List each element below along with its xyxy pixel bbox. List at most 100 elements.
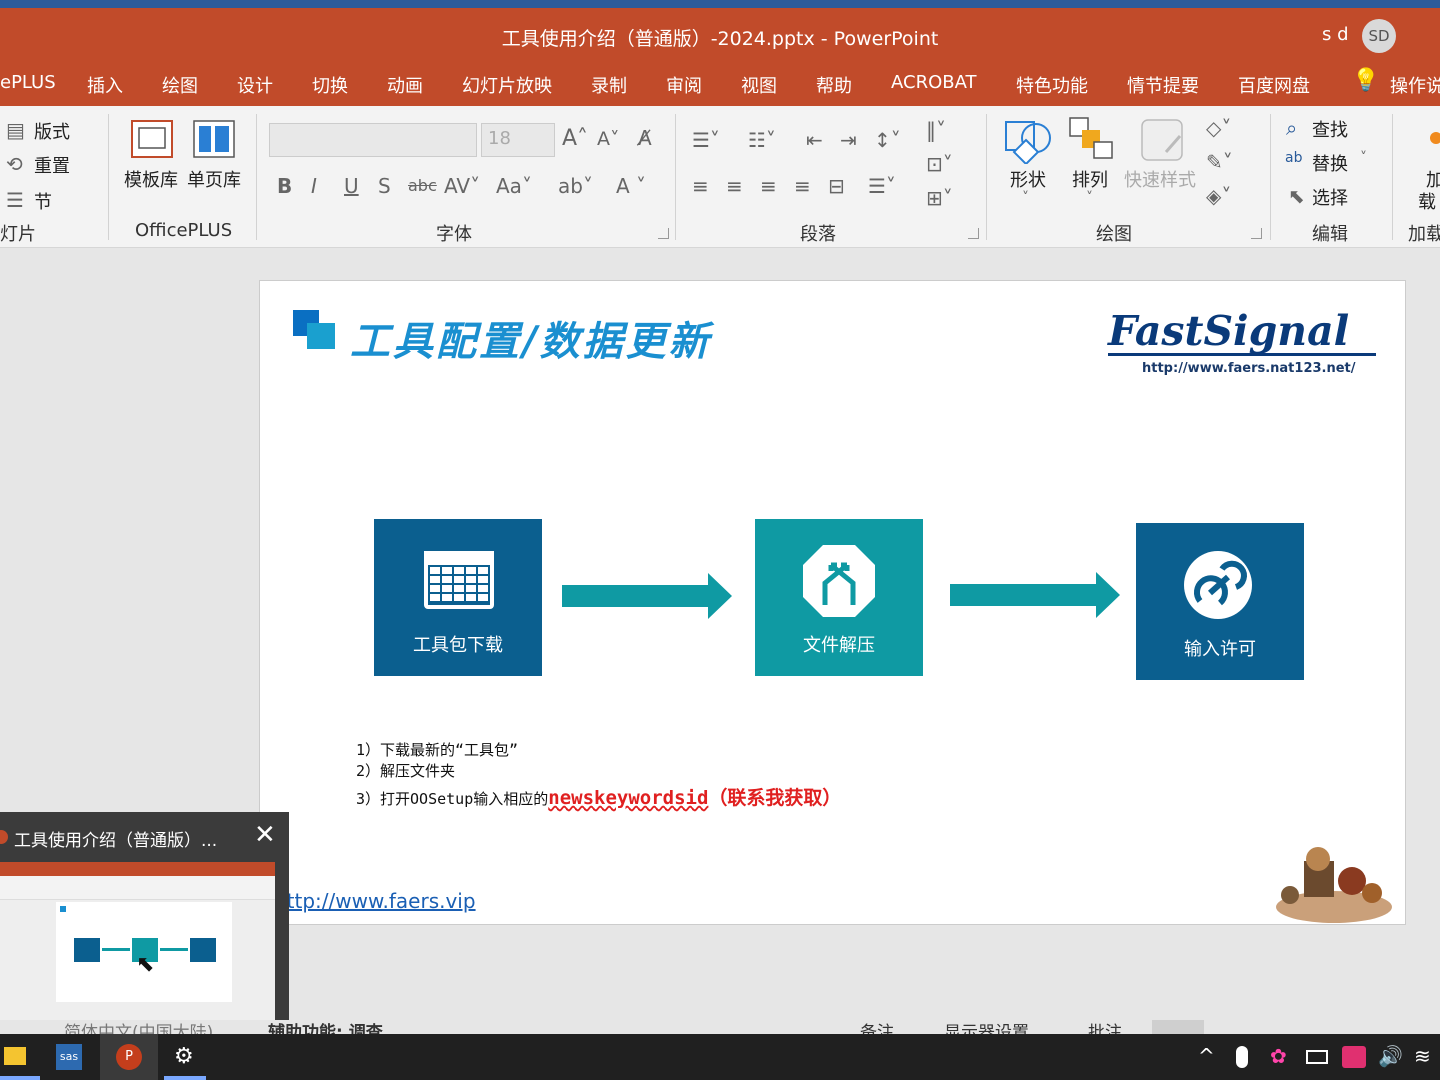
menu-insert[interactable]: 插入 — [87, 72, 123, 98]
battery-icon[interactable] — [1306, 1050, 1328, 1064]
strikethrough-icon[interactable]: abc — [408, 176, 437, 195]
avatar[interactable]: SD — [1362, 19, 1396, 53]
change-case-icon[interactable]: Aa˅ — [496, 174, 532, 198]
logo-underline — [1108, 353, 1376, 356]
increase-indent-icon[interactable]: ⇥ — [840, 128, 857, 152]
effects-icon[interactable]: ◈˅ — [1206, 184, 1231, 208]
user-name[interactable]: s d — [1322, 24, 1349, 45]
distributed-icon[interactable]: ⊟ — [828, 174, 845, 198]
highlight-icon[interactable]: ab˅ — [558, 174, 593, 198]
slide-title[interactable]: 工具配置/数据更新 — [350, 309, 712, 367]
menu-baidu[interactable]: 百度网盘 — [1238, 72, 1310, 98]
smartart-icon[interactable]: ⊞˅ — [926, 186, 953, 210]
instruction-line-1[interactable]: 1）下载最新的“工具包” — [356, 739, 518, 760]
menu-view[interactable]: 视图 — [741, 72, 777, 98]
menu-tell-me[interactable]: 操作说 — [1390, 72, 1440, 98]
close-icon[interactable]: ✕ — [254, 822, 276, 848]
fill-icon[interactable]: ◇˅ — [1206, 116, 1231, 140]
menu-animations[interactable]: 动画 — [387, 72, 423, 98]
chevron-down-icon[interactable]: ˅ — [1022, 190, 1029, 206]
reset-icon: ⟲ — [6, 152, 23, 176]
menu-design[interactable]: 设计 — [237, 72, 273, 98]
replace-button[interactable]: 替换 — [1312, 150, 1348, 176]
font-name-input[interactable] — [269, 123, 477, 157]
taskbar-preview-popup[interactable]: 工具使用介绍（普通版）... ✕ ⬉ — [0, 812, 289, 1022]
quick-styles-button[interactable]: 快速样式 — [1124, 166, 1196, 192]
chevron-down-icon[interactable]: ˅ — [1086, 190, 1093, 206]
select-button[interactable]: 选择 — [1312, 184, 1348, 210]
gear-icon[interactable]: ⚙ — [174, 1044, 194, 1069]
menu-transitions[interactable]: 切换 — [312, 72, 348, 98]
instruction-line-2[interactable]: 2）解压文件夹 — [356, 760, 455, 781]
outline-icon[interactable]: ✎˅ — [1206, 150, 1233, 174]
paragraph-dialog-launcher[interactable] — [968, 228, 979, 239]
layout-button[interactable]: 版式 — [34, 118, 70, 144]
step-box-license[interactable]: 输入许可 — [1136, 523, 1304, 680]
font-dialog-launcher[interactable] — [658, 228, 669, 239]
step-box-download[interactable]: 工具包下载 — [374, 519, 542, 676]
find-button[interactable]: 查找 — [1312, 116, 1348, 142]
chevron-up-icon[interactable]: ^ — [1198, 1044, 1215, 1068]
menu-help[interactable]: 帮助 — [816, 72, 852, 98]
menu-storyboard[interactable]: 情节提要 — [1127, 72, 1199, 98]
highlight-code: newskeywordsid — [548, 787, 709, 809]
italic-icon[interactable]: I — [311, 174, 317, 198]
lightbulb-icon[interactable]: 💡 — [1352, 68, 1379, 93]
menu-review[interactable]: 审阅 — [666, 72, 702, 98]
shapes-button[interactable]: 形状 — [1010, 166, 1046, 192]
underline-icon[interactable]: U — [344, 174, 359, 198]
template-library-button[interactable]: 模板库 — [124, 166, 178, 192]
menu-draw[interactable]: 绘图 — [162, 72, 198, 98]
align-text-icon[interactable]: ⊡˅ — [926, 152, 953, 176]
bullets-icon[interactable]: ☰˅ — [692, 128, 720, 152]
menu-special[interactable]: 特色功能 — [1016, 72, 1088, 98]
menu-acrobat[interactable]: ACROBAT — [891, 72, 977, 93]
section-button[interactable]: 节 — [34, 188, 52, 214]
preview-thumbnail[interactable]: ⬉ — [0, 862, 275, 1020]
drawing-dialog-launcher[interactable] — [1251, 228, 1262, 239]
justify-icon[interactable]: ≡ — [794, 174, 811, 198]
columns-icon[interactable]: ☰˅ — [868, 174, 896, 198]
text-direction-icon[interactable]: ‖˅ — [926, 118, 946, 142]
replace-icon: ab — [1285, 150, 1303, 166]
file-explorer-icon[interactable] — [4, 1047, 26, 1065]
menu-slideshow[interactable]: 幻灯片放映 — [462, 72, 552, 98]
title-bullet-icon — [307, 323, 335, 349]
bold-icon[interactable]: B — [277, 174, 292, 198]
speaker-icon[interactable]: 🔊 — [1378, 1044, 1403, 1068]
numbering-icon[interactable]: ☷˅ — [748, 128, 776, 152]
align-left-icon[interactable]: ≡ — [692, 174, 709, 198]
arrange-button[interactable]: 排列 — [1072, 166, 1108, 192]
align-right-icon[interactable]: ≡ — [760, 174, 777, 198]
group-divider — [256, 114, 257, 240]
chevron-down-icon[interactable]: ˅ — [1360, 150, 1367, 166]
wifi-icon[interactable]: ≋ — [1414, 1044, 1431, 1068]
slide-canvas[interactable]: 工具配置/数据更新 FastSignal http://www.faers.na… — [259, 280, 1406, 925]
font-color-icon[interactable]: A ˅ — [616, 174, 646, 198]
sas-icon[interactable]: sas — [56, 1044, 82, 1070]
font-size-input[interactable]: 18 — [481, 123, 555, 157]
line-spacing-icon[interactable]: ↕˅ — [874, 128, 901, 152]
logo-url: http://www.faers.nat123.net/ — [1142, 361, 1356, 376]
menu-record[interactable]: 录制 — [591, 72, 627, 98]
grow-font-icon[interactable]: A˄ — [562, 126, 588, 151]
spacing-icon[interactable]: AV˅ — [444, 174, 480, 198]
footer-link[interactable]: http://www.faers.vip — [274, 889, 476, 913]
single-page-button[interactable]: 单页库 — [187, 166, 241, 192]
menu-officeplus[interactable]: ePLUS — [0, 72, 56, 93]
powerpoint-task[interactable]: P — [100, 1034, 158, 1080]
menu-bar: ePLUS 插入 绘图 设计 切换 动画 幻灯片放映 录制 审阅 视图 帮助 A… — [0, 62, 1440, 106]
flower-icon[interactable]: ✿ — [1270, 1044, 1287, 1068]
addin-button-line2[interactable]: 载 — [1418, 188, 1436, 214]
reset-button[interactable]: 重置 — [34, 152, 70, 178]
instruction-line-3[interactable]: 3）打开OOSetup输入相应的newskeywordsid（联系我获取） — [356, 783, 841, 810]
cursor-icon: ⬉ — [1288, 184, 1305, 208]
notification-icon[interactable] — [1342, 1046, 1366, 1068]
shadow-icon[interactable]: S — [378, 174, 391, 198]
shrink-font-icon[interactable]: A˅ — [597, 128, 620, 150]
decrease-indent-icon[interactable]: ⇤ — [806, 128, 823, 152]
align-center-icon[interactable]: ≡ — [726, 174, 743, 198]
clear-format-icon[interactable]: A̸ — [638, 126, 652, 150]
step-box-extract[interactable]: 文件解压 — [755, 519, 923, 676]
microphone-icon[interactable] — [1236, 1046, 1248, 1068]
